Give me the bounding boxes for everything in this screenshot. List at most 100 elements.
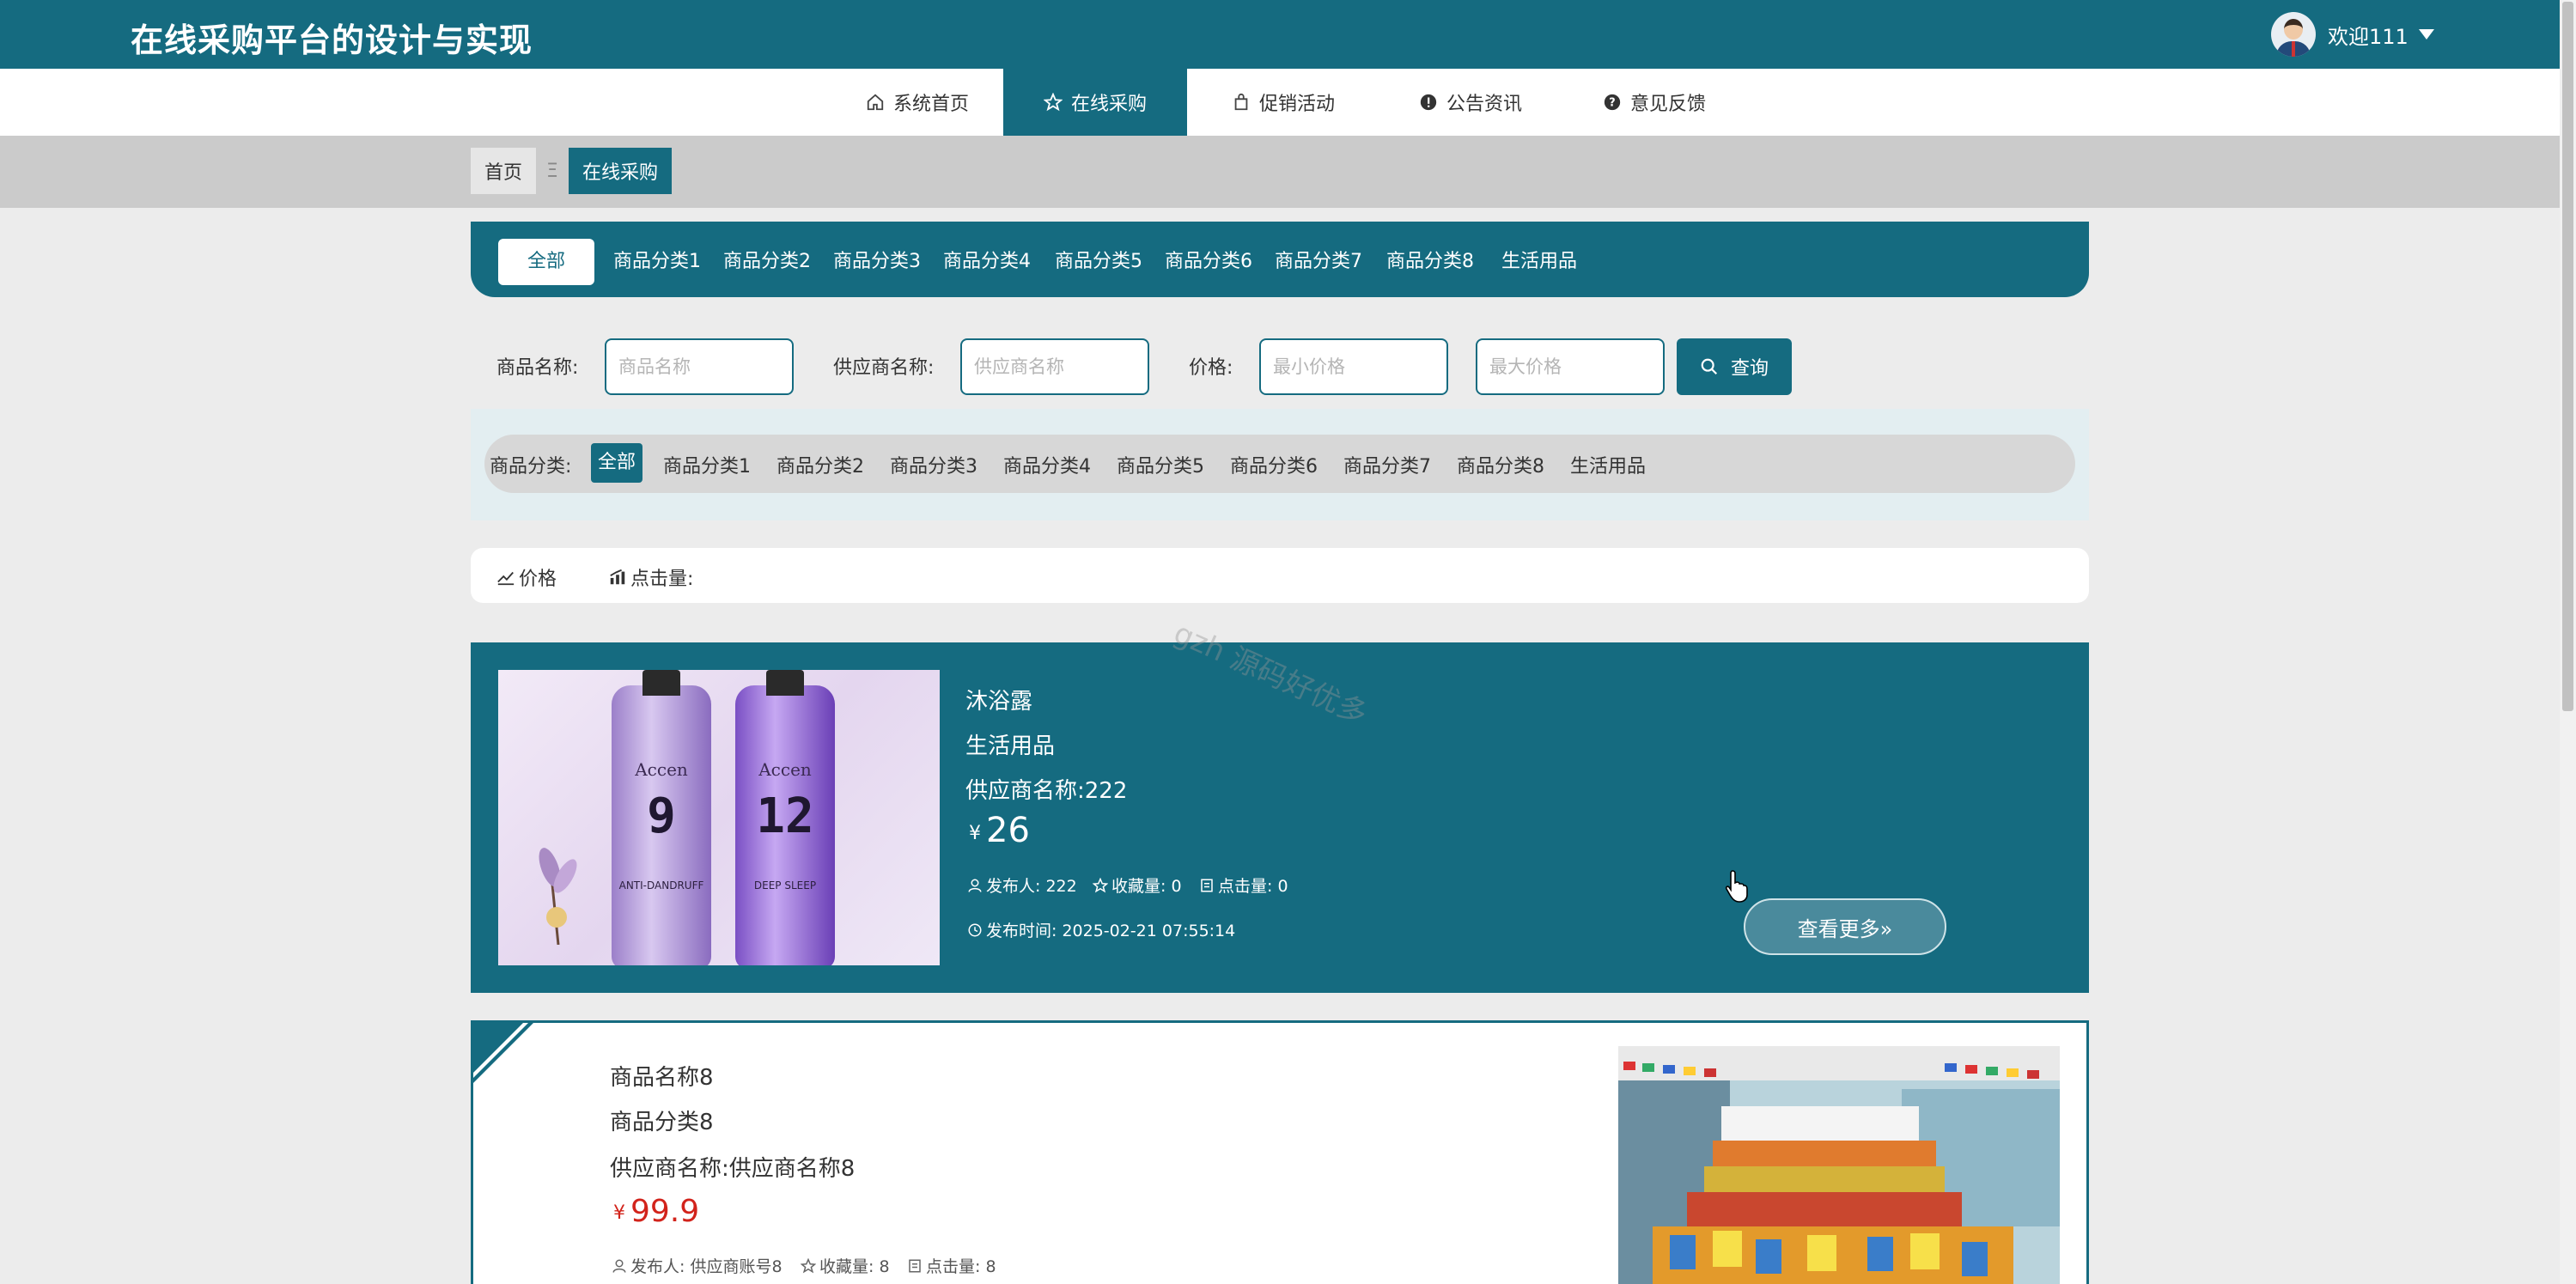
nav-label: 在线采购 — [1070, 94, 1147, 115]
search-button-label: 查询 — [1730, 358, 1769, 380]
document-icon — [909, 1259, 921, 1272]
product-category: 生活用品 — [965, 733, 1056, 759]
product-image[interactable] — [1618, 1046, 2060, 1284]
category-tab[interactable]: 商品分类5 — [1055, 239, 1142, 285]
sort-price[interactable]: 价格 — [496, 563, 557, 591]
category-tab[interactable]: 商品分类2 — [723, 239, 811, 285]
alert-icon — [1420, 94, 1437, 111]
star-icon — [1043, 93, 1063, 112]
sort-price-label: 价格 — [519, 569, 557, 590]
filter-option-all[interactable]: 全部 — [591, 443, 642, 483]
chart-icon — [610, 569, 625, 585]
supplier-name-label: 供应商名称: — [833, 357, 935, 379]
sort-clicks[interactable]: 点击量: — [608, 563, 693, 591]
search-icon — [1701, 358, 1718, 375]
document-icon — [1201, 879, 1213, 891]
breadcrumb-current[interactable]: 在线采购 — [569, 148, 673, 194]
price-currency: ¥ — [613, 1202, 625, 1224]
user-menu[interactable]: 欢迎111 — [2271, 10, 2434, 58]
filter-option[interactable]: 商品分类6 — [1230, 451, 1318, 478]
top-header: 在线采购平台的设计与实现 欢迎111 — [0, 0, 2560, 69]
question-icon: ? — [1604, 94, 1621, 111]
min-price-input[interactable] — [1259, 338, 1448, 395]
bottle-right: Accen 12 DEEP SLEEP — [735, 670, 835, 965]
supermarket-photo — [1618, 1046, 2060, 1284]
page-scrollbar[interactable] — [2560, 0, 2576, 1284]
price-label: 价格: — [1189, 357, 1233, 379]
user-icon — [968, 879, 982, 892]
star-icon — [1093, 877, 1108, 892]
filter-option[interactable]: 生活用品 — [1570, 451, 1646, 478]
product-image[interactable]: Accen 9 ANTI-DANDRUFF Accen 12 DEEP SLEE… — [498, 670, 940, 965]
price-currency: ¥ — [969, 823, 981, 844]
favorites-info: 收藏量: 0 — [1093, 873, 1182, 897]
product-price: 99.9 — [630, 1194, 700, 1229]
publish-time-info: 发布时间: 2025-02-21 07:55:14 — [967, 918, 1235, 941]
clicks-info: 点击量: 0 — [1199, 873, 1288, 897]
site-title: 在线采购平台的设计与实现 — [131, 21, 533, 59]
filter-option[interactable]: 商品分类7 — [1343, 451, 1431, 478]
nav-label: 系统首页 — [892, 94, 969, 115]
breadcrumb-separator: Ξ — [546, 160, 558, 182]
avatar[interactable] — [2271, 12, 2316, 57]
filter-option[interactable]: 商品分类5 — [1117, 451, 1204, 478]
breadcrumb-home[interactable]: 首页 — [471, 148, 537, 194]
category-tab-all[interactable]: 全部 — [498, 239, 595, 285]
category-tab[interactable]: 商品分类1 — [613, 239, 701, 285]
product-name: 商品名称8 — [610, 1065, 714, 1091]
nav-label: 公告资讯 — [1446, 94, 1522, 115]
breadcrumb — [0, 136, 2560, 208]
nav-item-promotions[interactable]: 促销活动 — [1213, 69, 1354, 136]
product-name-input[interactable] — [605, 338, 794, 395]
svg-text:?: ? — [1609, 97, 1615, 110]
product-price: 26 — [986, 811, 1030, 850]
trend-icon — [497, 571, 515, 586]
main-nav: 系统首页 在线采购 促销活动 公告资讯 ? 意见反馈 — [0, 69, 2560, 136]
filter-option[interactable]: 商品分类4 — [1003, 451, 1091, 478]
sort-clicks-label: 点击量: — [630, 569, 694, 590]
clock-icon — [968, 923, 982, 936]
welcome-text[interactable]: 欢迎111 — [2328, 20, 2409, 50]
category-tab[interactable]: 商品分类3 — [833, 239, 921, 285]
nav-item-home[interactable]: 系统首页 — [847, 69, 988, 136]
publisher-info: 发布人: 供应商账号8 — [612, 1254, 783, 1277]
nav-label: 意见反馈 — [1629, 94, 1706, 115]
category-tab[interactable]: 生活用品 — [1501, 239, 1577, 285]
flower-decoration — [539, 848, 577, 945]
favorites-info: 收藏量: 8 — [801, 1254, 890, 1277]
filter-option[interactable]: 商品分类3 — [890, 451, 977, 478]
product-name-label: 商品名称: — [496, 357, 579, 379]
nav-item-purchase[interactable]: 在线采购 — [1003, 69, 1187, 136]
category-tab[interactable]: 商品分类8 — [1386, 239, 1474, 285]
nav-item-feedback[interactable]: ? 意见反馈 — [1584, 69, 1725, 136]
category-tab[interactable]: 商品分类7 — [1275, 239, 1362, 285]
bottle-left: Accen 9 ANTI-DANDRUFF — [612, 670, 711, 965]
product-name: 沐浴露 — [965, 689, 1033, 715]
home-icon — [867, 94, 884, 111]
supplier-name-input[interactable] — [960, 338, 1149, 395]
filter-option[interactable]: 商品分类8 — [1457, 451, 1544, 478]
filter-label: 商品分类: — [490, 456, 572, 478]
nav-item-announcements[interactable]: 公告资讯 — [1400, 69, 1541, 136]
star-icon — [801, 1257, 816, 1273]
publisher-info: 发布人: 222 — [967, 873, 1077, 897]
category-tab[interactable]: 商品分类6 — [1165, 239, 1252, 285]
category-tabs: 全部 商品分类1 商品分类2 商品分类3 商品分类4 商品分类5 商品分类6 商… — [471, 222, 2089, 297]
caret-down-icon[interactable] — [2418, 29, 2434, 40]
user-icon — [612, 1259, 626, 1273]
scrollbar-thumb[interactable] — [2562, 2, 2573, 711]
filter-option[interactable]: 商品分类2 — [776, 451, 864, 478]
product-category: 商品分类8 — [610, 1110, 714, 1135]
nav-label: 促销活动 — [1258, 94, 1335, 115]
max-price-input[interactable] — [1476, 338, 1665, 395]
bag-icon — [1234, 93, 1248, 111]
pointer-cursor-icon — [1725, 870, 1748, 903]
search-button[interactable]: 查询 — [1677, 338, 1792, 395]
category-tab[interactable]: 商品分类4 — [943, 239, 1031, 285]
sort-bar — [471, 548, 2089, 603]
clicks-info: 点击量: 8 — [907, 1254, 996, 1277]
view-more-button[interactable]: 查看更多» — [1744, 898, 1946, 955]
filter-option[interactable]: 商品分类1 — [663, 451, 751, 478]
product-supplier: 供应商名称:供应商名称8 — [610, 1156, 856, 1182]
product-supplier: 供应商名称:222 — [965, 778, 1128, 804]
